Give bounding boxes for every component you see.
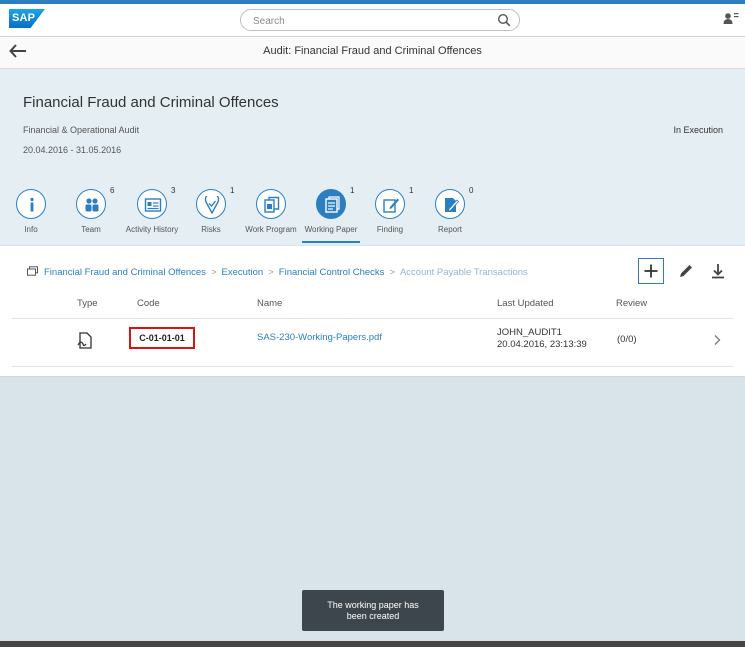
tab-count: 1 [230, 186, 235, 195]
working-paper-icon [316, 189, 346, 219]
plus-icon [644, 264, 658, 278]
tab-count: 1 [350, 186, 355, 195]
breadcrumb-separator: > [268, 267, 274, 278]
tab-team[interactable]: 6 Team [56, 186, 126, 234]
tab-count: 3 [171, 186, 176, 195]
column-header-name[interactable]: Name [257, 298, 282, 309]
file-name-link[interactable]: SAS-230-Working-Papers.pdf [257, 332, 382, 343]
breadcrumb-link-control-checks[interactable]: Financial Control Checks [279, 267, 385, 278]
column-header-last-updated[interactable]: Last Updated [497, 298, 554, 309]
object-title: Financial Fraud and Criminal Offences [23, 94, 279, 111]
folder-hierarchy-icon [27, 266, 38, 279]
download-button[interactable] [705, 258, 731, 284]
tab-count: 6 [110, 186, 115, 195]
tab-label: Report [437, 225, 462, 234]
tab-report[interactable]: 0 Report [415, 186, 485, 234]
review-count: (0/0) [617, 334, 637, 345]
search-input[interactable] [251, 12, 485, 30]
updated-at: 20.04.2016, 23:13:39 [497, 339, 587, 350]
search-icon[interactable] [497, 13, 511, 32]
tab-label: Team [81, 225, 101, 234]
add-button[interactable] [638, 258, 664, 284]
object-subtitle: Financial & Operational Audit [23, 125, 140, 135]
column-header-type[interactable]: Type [77, 298, 98, 309]
breadcrumb-separator: > [389, 267, 395, 278]
page-title: Audit: Financial Fraud and Criminal Offe… [263, 45, 482, 57]
updated-by: JOHN_AUDIT1 [497, 327, 562, 338]
risk-icon [196, 189, 226, 219]
history-icon [137, 189, 167, 219]
tab-count: 0 [469, 186, 474, 195]
report-icon [435, 189, 465, 219]
attachment-document-icon [77, 332, 93, 353]
object-header: Financial Fraud and Criminal Offences Fi… [0, 69, 745, 245]
working-paper-panel: Financial Fraud and Criminal Offences > Ex… [0, 246, 745, 377]
table-row[interactable]: C-01-01-01 SAS-230-Working-Papers.pdf JO… [12, 319, 733, 367]
pencil-icon [680, 265, 692, 277]
breadcrumb-link-audit[interactable]: Financial Fraud and Criminal Offences [44, 267, 206, 278]
breadcrumb-current: Account Payable Transactions [399, 267, 528, 278]
search-field[interactable] [240, 9, 520, 31]
toast-line-2: been created [346, 610, 400, 621]
column-header-review[interactable]: Review [616, 298, 647, 309]
column-header-code[interactable]: Code [137, 298, 160, 309]
selected-tab-indicator [302, 241, 360, 243]
edit-button[interactable] [673, 258, 699, 284]
object-date-range: 20.04.2016 - 31.05.2016 [23, 145, 122, 155]
chevron-right-icon[interactable] [713, 334, 721, 349]
page-title-bar: Audit: Financial Fraud and Criminal Offe… [0, 37, 745, 69]
info-icon [16, 189, 46, 219]
group-icon [76, 189, 106, 219]
finding-icon [375, 189, 405, 219]
breadcrumb-separator: > [210, 267, 217, 278]
documents-icon [256, 189, 286, 219]
breadcrumb-link-execution[interactable]: Execution [222, 267, 264, 278]
download-icon [712, 264, 724, 279]
toast-message: The working paper has been created [302, 590, 444, 631]
table-header: Type Code Name Last Updated Review [12, 292, 733, 319]
shell-bar: SAP [0, 4, 745, 37]
breadcrumb: Financial Fraud and Criminal Offences > Ex… [27, 266, 528, 279]
tab-count: 1 [409, 186, 414, 195]
user-menu-icon[interactable] [723, 11, 739, 32]
sap-logo[interactable]: SAP [9, 9, 45, 28]
toast-line-1: The working paper has [327, 599, 419, 610]
status-text: In Execution [673, 125, 723, 135]
footer-bar [0, 641, 745, 647]
icon-tab-bar: Info 6 Team 3 Activity History 1 Risks W… [0, 186, 745, 245]
code-cell: C-01-01-01 [129, 327, 195, 349]
